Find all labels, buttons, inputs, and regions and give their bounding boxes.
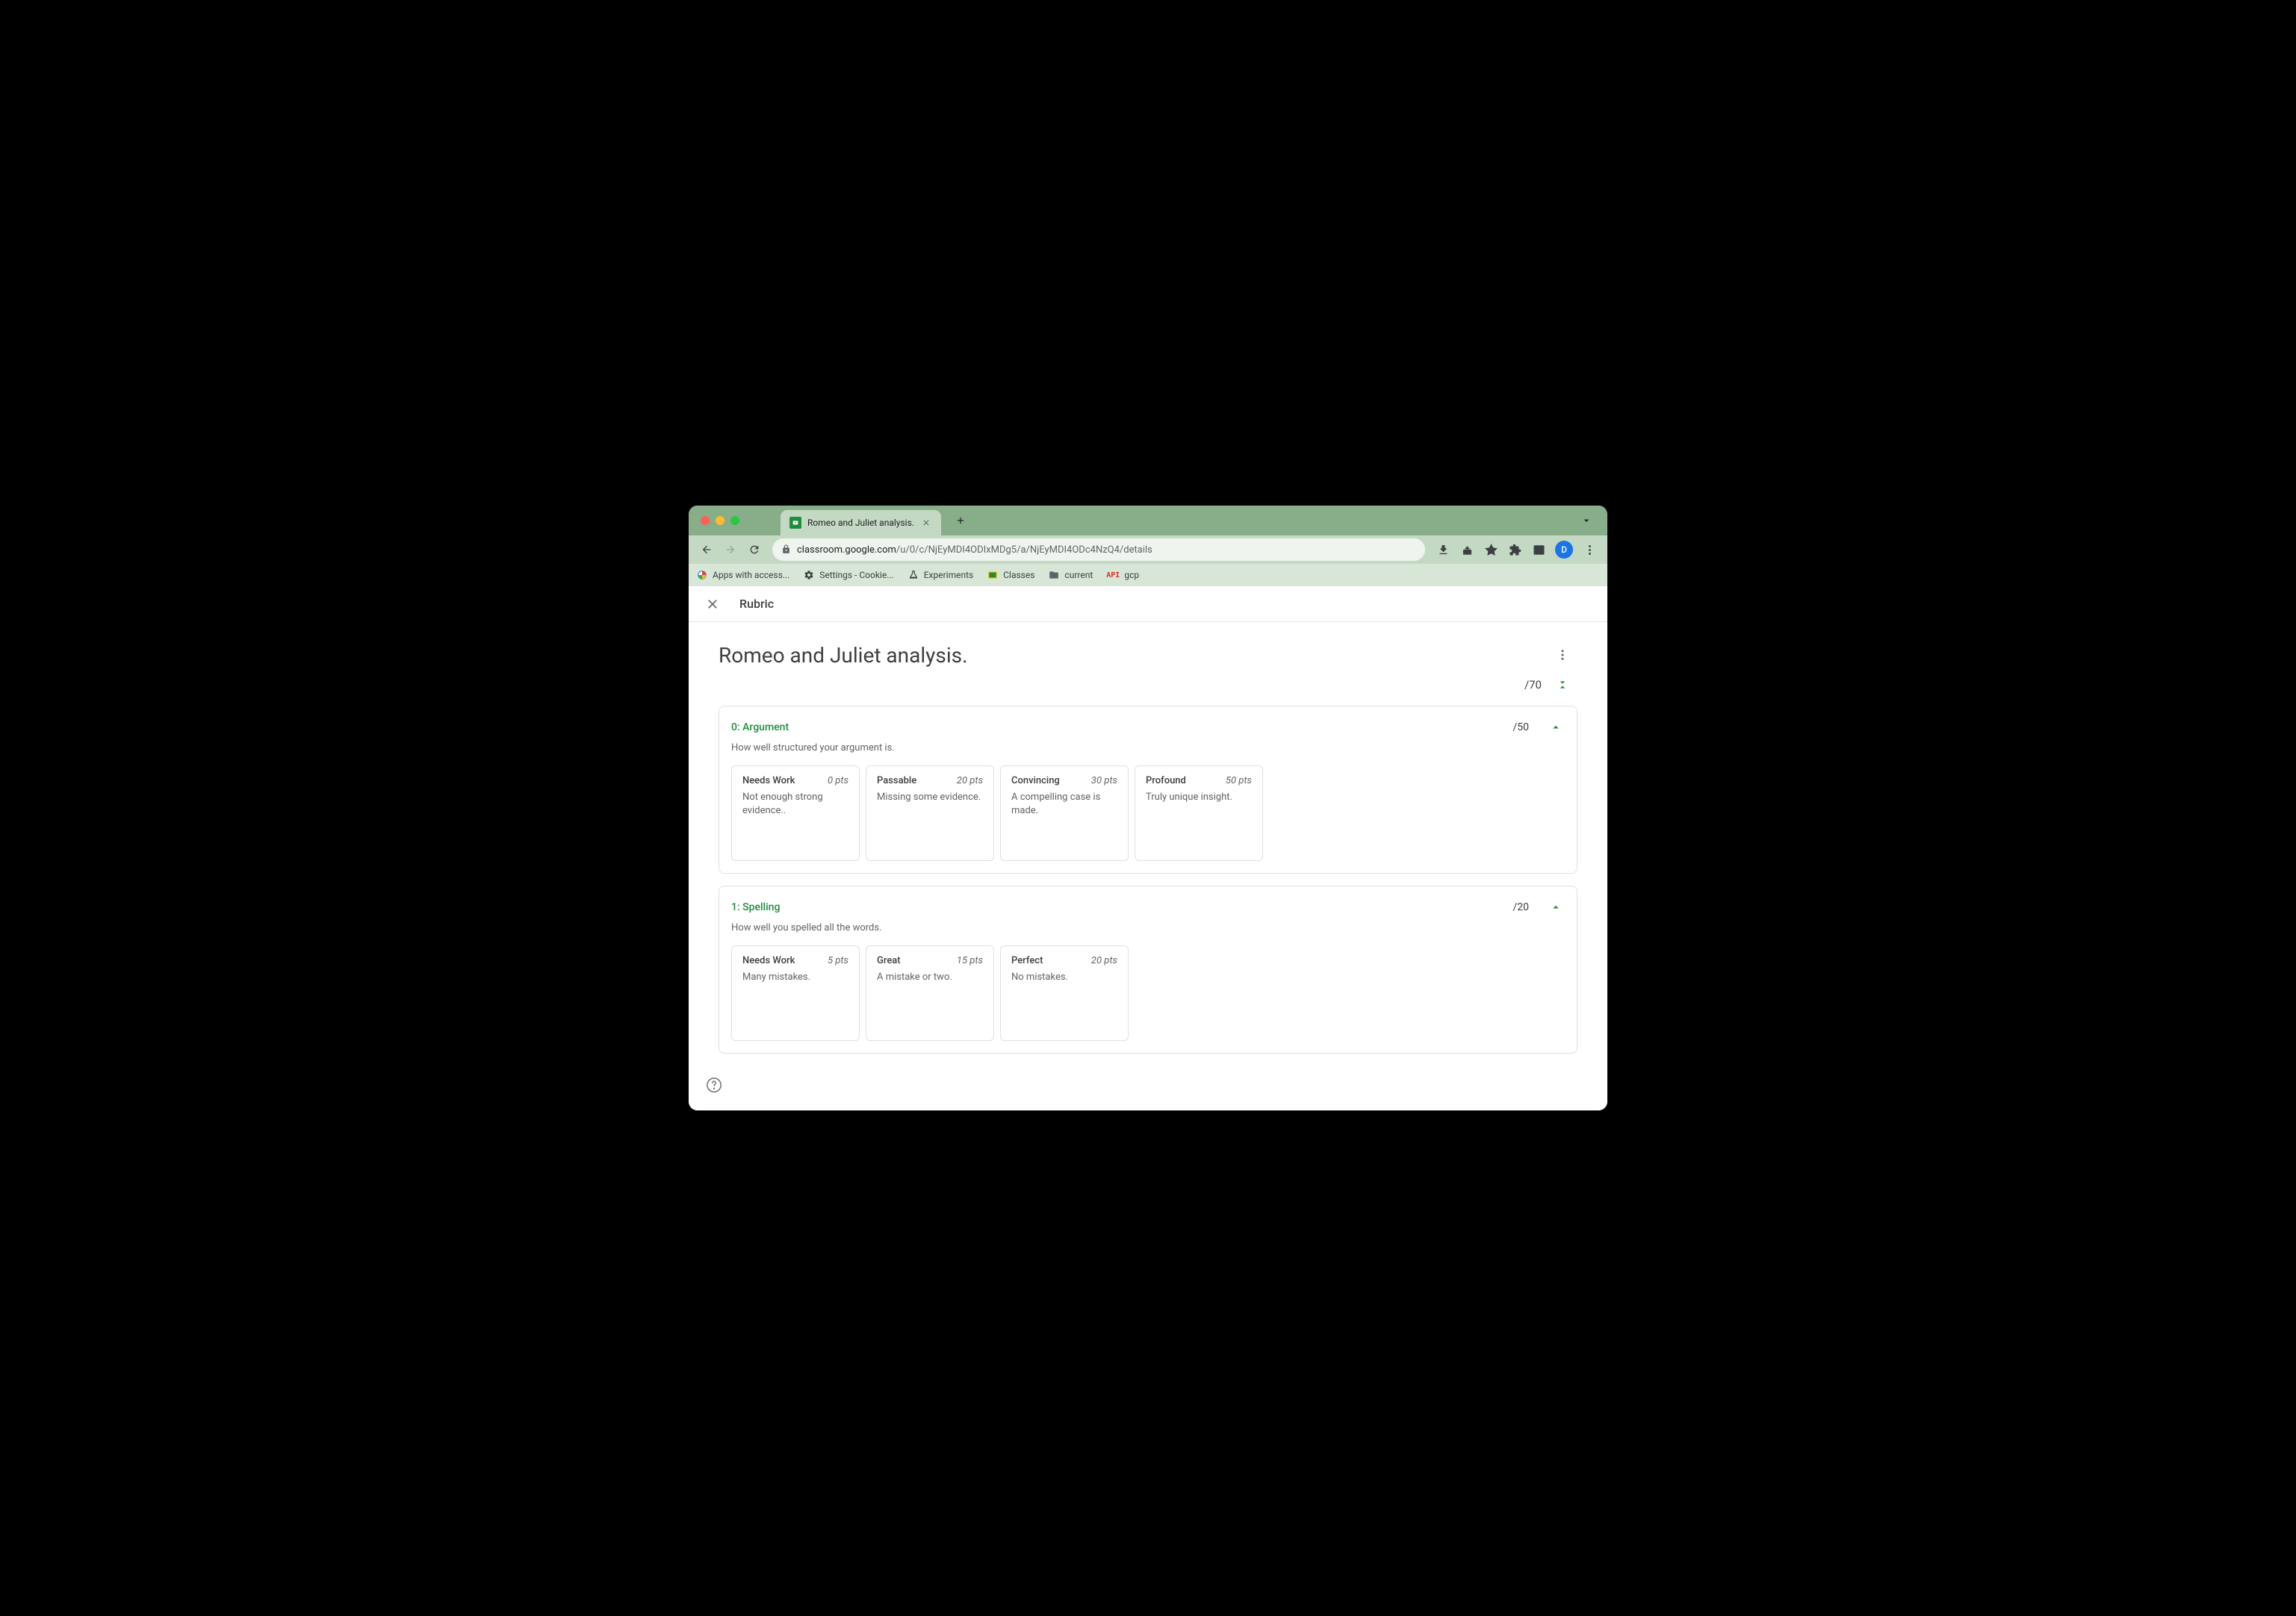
level-name: Needs Work xyxy=(742,775,795,786)
browser-tab[interactable]: Romeo and Juliet analysis. xyxy=(781,510,941,535)
app-bar: Rubric xyxy=(689,586,1607,622)
close-window-button[interactable] xyxy=(701,516,710,525)
level-card[interactable]: Passable 20 pts Missing some evidence. xyxy=(866,765,994,861)
classroom-icon xyxy=(987,569,999,581)
minimize-window-button[interactable] xyxy=(716,516,725,525)
bookmark-classes[interactable]: Classes xyxy=(987,569,1034,581)
bookmarks-bar: Apps with access... Settings - Cookie...… xyxy=(689,564,1607,586)
level-description: Many mistakes. xyxy=(742,971,848,984)
criterion: 1: Spelling/20 How well you spelled all t… xyxy=(719,886,1577,1054)
lock-icon xyxy=(781,543,791,557)
titlebar: Romeo and Juliet analysis. xyxy=(689,506,1607,535)
app-bar-title: Rubric xyxy=(739,597,774,611)
total-row: /70 xyxy=(719,676,1577,694)
close-rubric-button[interactable] xyxy=(704,595,722,613)
new-tab-button[interactable] xyxy=(950,510,971,531)
bookmark-settings[interactable]: Settings - Cookie... xyxy=(803,569,893,581)
criterion-title: 1: Spelling xyxy=(731,901,780,913)
level-points: 20 pts xyxy=(1091,955,1117,966)
classroom-favicon-icon xyxy=(789,517,801,529)
level-points: 15 pts xyxy=(957,955,983,966)
criterion-points: /20 xyxy=(1512,901,1529,913)
install-app-icon[interactable] xyxy=(1433,539,1453,560)
side-panel-icon[interactable] xyxy=(1528,539,1549,560)
chrome-menu-icon[interactable] xyxy=(1579,539,1600,560)
browser-window: Romeo and Juliet analysis. classroom.goo… xyxy=(689,506,1607,1110)
total-points: /70 xyxy=(1524,678,1542,692)
criterion-points: /50 xyxy=(1512,721,1529,733)
level-card[interactable]: Needs Work 0 pts Not enough strong evidenc… xyxy=(731,765,860,861)
level-name: Passable xyxy=(877,775,916,786)
criterion-header: 0: Argument/50 xyxy=(731,718,1565,736)
collapse-criterion-button[interactable] xyxy=(1547,898,1565,916)
bookmark-apps[interactable]: Apps with access... xyxy=(696,569,789,581)
bookmark-current[interactable]: current xyxy=(1048,569,1093,581)
level-name: Needs Work xyxy=(742,955,795,966)
level-points: 20 pts xyxy=(957,775,983,786)
level-points: 30 pts xyxy=(1091,775,1117,786)
levels-row: Needs Work 0 pts Not enough strong evidenc… xyxy=(731,765,1565,861)
api-icon: API xyxy=(1106,571,1120,579)
flask-icon xyxy=(907,569,919,581)
rubric-content: Romeo and Juliet analysis. /70 0: Argume… xyxy=(689,622,1607,1110)
criterion: 0: Argument/50 How well structured your a… xyxy=(719,706,1577,874)
tab-title: Romeo and Juliet analysis. xyxy=(807,518,914,528)
page-header: Romeo and Juliet analysis. xyxy=(719,640,1577,670)
level-name: Profound xyxy=(1146,775,1186,786)
level-card[interactable]: Great 15 pts A mistake or two. xyxy=(866,945,994,1041)
close-tab-button[interactable] xyxy=(920,517,932,529)
gear-icon xyxy=(803,569,815,581)
url-text: classroom.google.com/u/0/c/NjEyMDI4ODIxM… xyxy=(797,544,1416,556)
level-points: 0 pts xyxy=(828,775,848,786)
folder-icon xyxy=(1048,569,1060,581)
reload-button[interactable] xyxy=(744,539,765,560)
level-description: A mistake or two. xyxy=(877,971,983,984)
criterion-description: How well you spelled all the words. xyxy=(731,922,1565,933)
level-card[interactable]: Needs Work 5 pts Many mistakes. xyxy=(731,945,860,1041)
google-favicon-icon xyxy=(696,569,708,581)
level-points: 50 pts xyxy=(1226,775,1252,786)
back-button[interactable] xyxy=(696,539,717,560)
criterion-title: 0: Argument xyxy=(731,721,789,733)
help-button[interactable] xyxy=(704,1075,725,1096)
criterion-header: 1: Spelling/20 xyxy=(731,898,1565,916)
bookmark-star-icon[interactable] xyxy=(1480,539,1501,560)
level-card[interactable]: Profound 50 pts Truly unique insight. xyxy=(1135,765,1263,861)
criterion-description: How well structured your argument is. xyxy=(731,742,1565,753)
maximize-window-button[interactable] xyxy=(730,516,739,525)
more-options-button[interactable] xyxy=(1548,640,1577,670)
page-title: Romeo and Juliet analysis. xyxy=(719,643,968,668)
tab-list-button[interactable] xyxy=(1577,512,1595,529)
level-description: Truly unique insight. xyxy=(1146,791,1252,804)
level-points: 5 pts xyxy=(828,955,848,966)
level-card[interactable]: Convincing 30 pts A compelling case is mad… xyxy=(1000,765,1129,861)
share-icon[interactable] xyxy=(1456,539,1477,560)
level-description: Missing some evidence. xyxy=(877,791,983,804)
bookmark-experiments[interactable]: Experiments xyxy=(907,569,974,581)
levels-row: Needs Work 5 pts Many mistakes. Great 15 pts… xyxy=(731,945,1565,1041)
profile-avatar[interactable]: D xyxy=(1555,541,1573,559)
level-description: Not enough strong evidence.. xyxy=(742,791,848,818)
collapse-criterion-button[interactable] xyxy=(1547,718,1565,736)
level-card[interactable]: Perfect 20 pts No mistakes. xyxy=(1000,945,1129,1041)
level-description: No mistakes. xyxy=(1011,971,1117,984)
url-bar[interactable]: classroom.google.com/u/0/c/NjEyMDI4ODIxM… xyxy=(772,538,1425,561)
window-controls xyxy=(701,516,739,525)
extensions-icon[interactable] xyxy=(1504,539,1525,560)
level-name: Perfect xyxy=(1011,955,1043,966)
bookmark-gcp[interactable]: API gcp xyxy=(1106,570,1139,580)
level-name: Convincing xyxy=(1011,775,1060,786)
address-bar-row: classroom.google.com/u/0/c/NjEyMDI4ODIxM… xyxy=(689,535,1607,564)
forward-button[interactable] xyxy=(720,539,741,560)
level-description: A compelling case is made. xyxy=(1011,791,1117,818)
level-name: Great xyxy=(877,955,901,966)
collapse-all-button[interactable] xyxy=(1554,676,1571,694)
